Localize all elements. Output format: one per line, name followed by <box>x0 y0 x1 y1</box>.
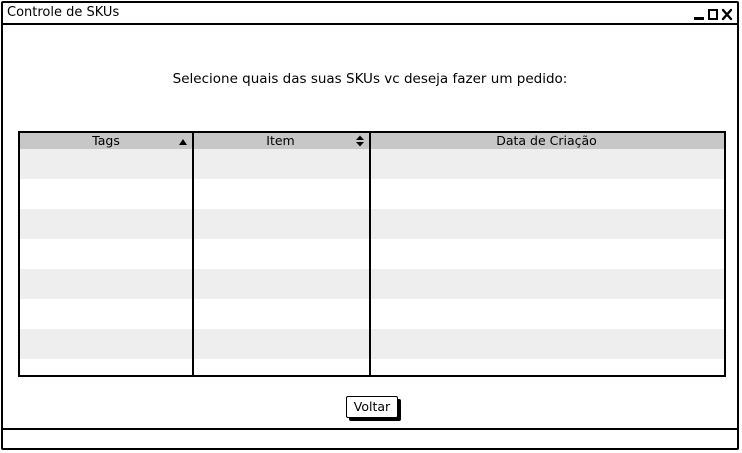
column-header-tags[interactable]: Tags <box>20 133 192 149</box>
table-cell-item <box>192 269 369 299</box>
column-header-item[interactable]: Item <box>192 133 369 149</box>
table-cell-tags <box>20 179 192 209</box>
table-row[interactable] <box>20 209 724 239</box>
status-bar <box>3 428 737 448</box>
table-cell-tags <box>20 239 192 269</box>
table-cell-item <box>192 329 369 359</box>
maximize-icon[interactable] <box>707 6 719 20</box>
table-header: Tags Item Data de Criação <box>20 133 724 149</box>
column-divider[interactable] <box>192 133 194 375</box>
window-controls <box>693 6 733 21</box>
column-header-data-criacao[interactable]: Data de Criação <box>369 133 724 149</box>
table-cell-tags <box>20 329 192 359</box>
table-row[interactable] <box>20 329 724 359</box>
table-cell-data <box>369 239 724 269</box>
table-cell-data <box>369 299 724 329</box>
table-row[interactable] <box>20 269 724 299</box>
table-cell-item <box>192 239 369 269</box>
table-cell-tags <box>20 149 192 179</box>
table-row[interactable] <box>20 179 724 209</box>
table-cell-item <box>192 179 369 209</box>
title-bar: Controle de SKUs <box>3 3 737 25</box>
table-cell-item <box>192 209 369 239</box>
table-cell-data <box>369 329 724 359</box>
table-cell-item <box>192 299 369 329</box>
table-cell-item <box>192 149 369 179</box>
column-header-label: Tags <box>92 133 120 148</box>
table-cell-data <box>369 209 724 239</box>
table-row[interactable] <box>20 299 724 329</box>
table-cell-data <box>369 359 724 375</box>
table-cell-tags <box>20 269 192 299</box>
table-cell-tags <box>20 359 192 375</box>
sku-table: Tags Item Data de Criação <box>18 131 726 377</box>
table-cell-item <box>192 359 369 375</box>
instruction-text: Selecione quais das suas SKUs vc deseja … <box>172 71 568 87</box>
column-header-label: Data de Criação <box>496 133 597 148</box>
window-title: Controle de SKUs <box>7 5 120 20</box>
app-window: Controle de SKUs Selecione quais das sua… <box>1 1 739 450</box>
table-cell-tags <box>20 299 192 329</box>
table-cell-data <box>369 269 724 299</box>
table-row[interactable] <box>20 149 724 179</box>
table-body <box>20 149 724 375</box>
table-cell-tags <box>20 209 192 239</box>
table-cell-data <box>369 179 724 209</box>
close-icon[interactable] <box>721 6 733 21</box>
column-header-label: Item <box>266 133 295 148</box>
table-cell-data <box>369 149 724 179</box>
back-button[interactable]: Voltar <box>346 396 398 418</box>
table-row[interactable] <box>20 239 724 269</box>
column-divider[interactable] <box>369 133 371 375</box>
minimize-icon[interactable] <box>693 6 705 20</box>
table-row[interactable] <box>20 359 724 375</box>
